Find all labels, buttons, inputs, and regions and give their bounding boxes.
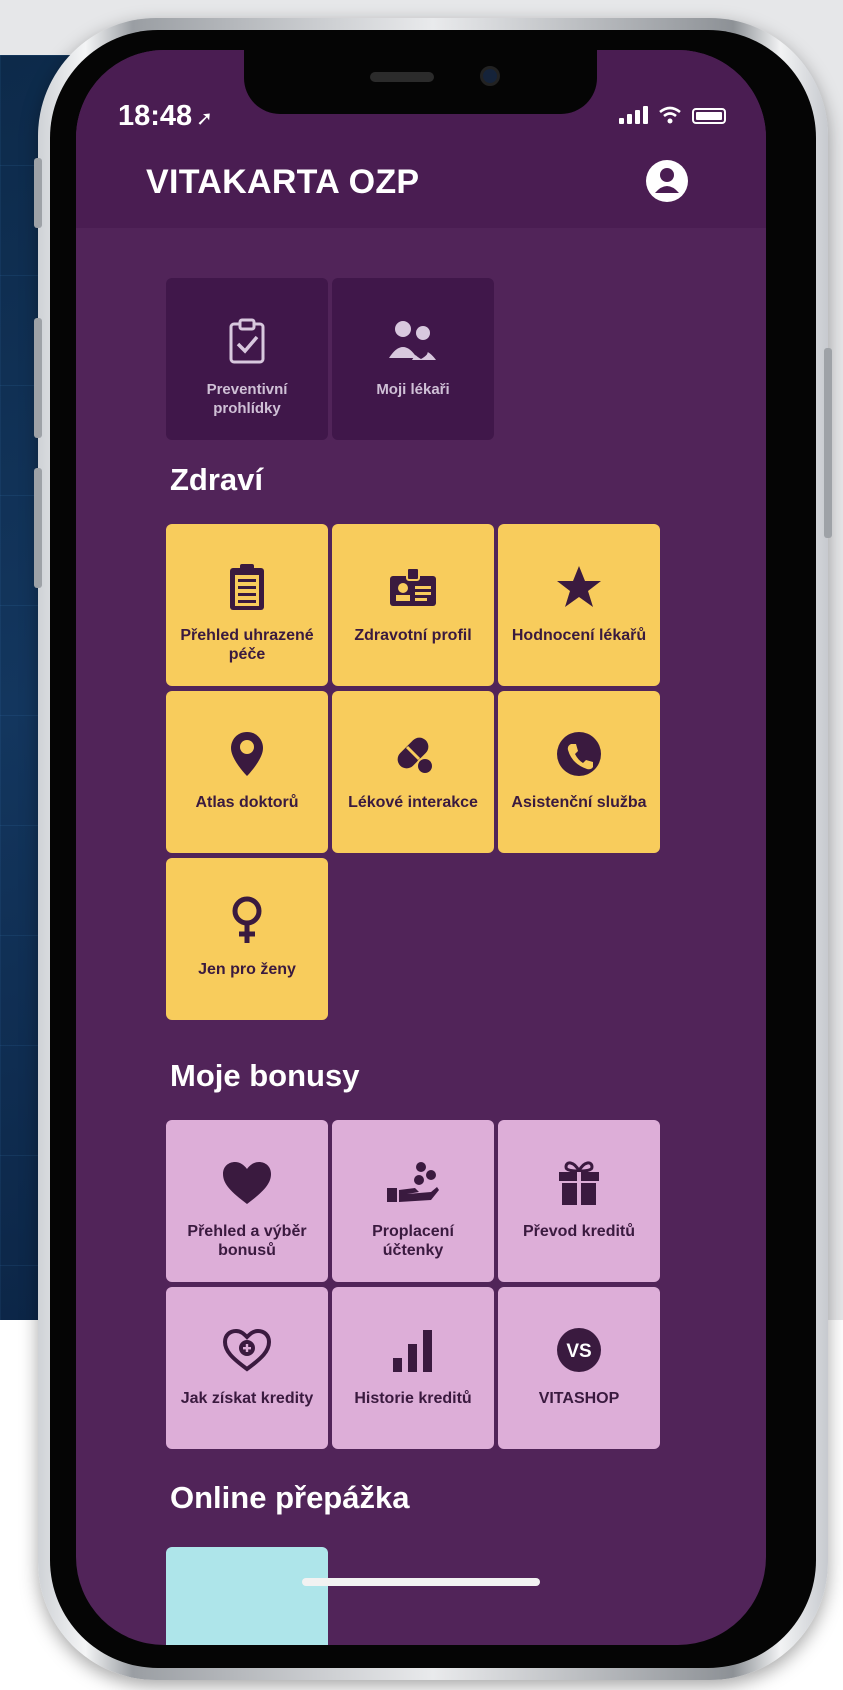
phone-call-icon xyxy=(557,732,601,776)
tile-proplaceni-uctenky[interactable]: Proplacení účtenky xyxy=(332,1120,494,1282)
tile-prehled-a-vyber-bonusu[interactable]: Přehled a výběr bonusů xyxy=(166,1120,328,1282)
tile-label: Moji lékaři xyxy=(376,381,450,398)
tile-historie-kreditu[interactable]: Historie kreditů xyxy=(332,1287,494,1449)
tile-label: Jak získat kredity xyxy=(180,1390,314,1407)
section-title-moje-bonusy: Moje bonusy xyxy=(170,1058,360,1093)
clipboard-list-icon xyxy=(230,564,264,610)
tile-preventivni-prohlidky[interactable]: Preventivní prohlídky xyxy=(166,278,328,440)
tile-label: Preventivní prohlídky xyxy=(206,381,288,417)
tile-label: Přehled uhrazené péče xyxy=(180,627,314,663)
tile-hodnoceni-lekaru[interactable]: Hodnocení lékařů xyxy=(498,524,660,686)
tile-vitashop[interactable]: VS VITASHOP xyxy=(498,1287,660,1449)
hand-coins-icon xyxy=(387,1162,439,1202)
tile-label: Atlas doktorů xyxy=(195,794,299,811)
battery-icon xyxy=(692,108,726,124)
notch xyxy=(244,50,597,114)
tile-label: Hodnocení lékařů xyxy=(511,627,647,644)
app-title: VITAKARTA OZP xyxy=(146,163,420,201)
location-arrow-icon: ➚ xyxy=(196,108,213,130)
tile-online-prepazka-first[interactable] xyxy=(166,1547,328,1645)
tile-label: Historie kreditů xyxy=(354,1390,472,1407)
section-title-online-prepazka: Online přepážka xyxy=(170,1480,410,1515)
tile-label: Proplacení účtenky xyxy=(372,1223,454,1259)
tile-label: Asistenční služba xyxy=(511,794,647,811)
tile-label: VITASHOP xyxy=(538,1390,620,1407)
wifi-icon xyxy=(659,106,681,124)
tile-label: Zdravotní profil xyxy=(354,627,472,644)
app-screen: 18:48 ➚ VITAKARTA OZP Preventivní prohlí… xyxy=(76,50,766,1645)
app-header: 18:48 ➚ VITAKARTA OZP xyxy=(76,50,766,228)
tile-label: Lékové interakce xyxy=(348,794,478,811)
heart-icon xyxy=(223,1162,271,1204)
tile-jen-pro-zeny[interactable]: Jen pro ženy xyxy=(166,858,328,1020)
tile-zdravotni-profil[interactable]: Zdravotní profil xyxy=(332,524,494,686)
map-pin-icon xyxy=(231,732,263,776)
tile-label: Přehled a výběr bonusů xyxy=(187,1223,307,1259)
profile-button[interactable] xyxy=(646,160,688,202)
user-icon xyxy=(655,168,679,193)
star-icon xyxy=(557,566,601,607)
status-time: 18:48 ➚ xyxy=(118,100,213,132)
section-title-zdravi: Zdraví xyxy=(170,462,264,497)
tile-asistencni-sluzba[interactable]: Asistenční služba xyxy=(498,691,660,853)
id-badge-icon xyxy=(390,567,436,606)
tile-label: Převod kreditů xyxy=(522,1223,636,1240)
heart-plus-icon xyxy=(222,1328,272,1372)
female-icon xyxy=(232,896,262,943)
home-indicator[interactable] xyxy=(302,1578,540,1586)
tile-prehled-uhrazene-pece[interactable]: Přehled uhrazené péče xyxy=(166,524,328,686)
tile-lekove-interakce[interactable]: Lékové interakce xyxy=(332,691,494,853)
signal-icon xyxy=(619,106,648,124)
status-indicators xyxy=(619,106,726,124)
clipboard-check-icon xyxy=(229,318,265,364)
vs-badge-icon: VS xyxy=(557,1328,601,1372)
tile-prevod-kreditu[interactable]: Převod kreditů xyxy=(498,1120,660,1282)
doctors-icon xyxy=(389,321,436,360)
tile-label: Jen pro ženy xyxy=(198,961,296,978)
tile-atlas-doktoru[interactable]: Atlas doktorů xyxy=(166,691,328,853)
pills-icon xyxy=(397,737,434,775)
tile-jak-ziskat-kredity[interactable]: Jak získat kredity xyxy=(166,1287,328,1449)
gift-icon xyxy=(559,1161,599,1205)
tile-moji-lekari[interactable]: Moji lékaři xyxy=(332,278,494,440)
bar-chart-icon xyxy=(393,1330,432,1372)
vs-badge-text: VS xyxy=(566,1341,591,1362)
